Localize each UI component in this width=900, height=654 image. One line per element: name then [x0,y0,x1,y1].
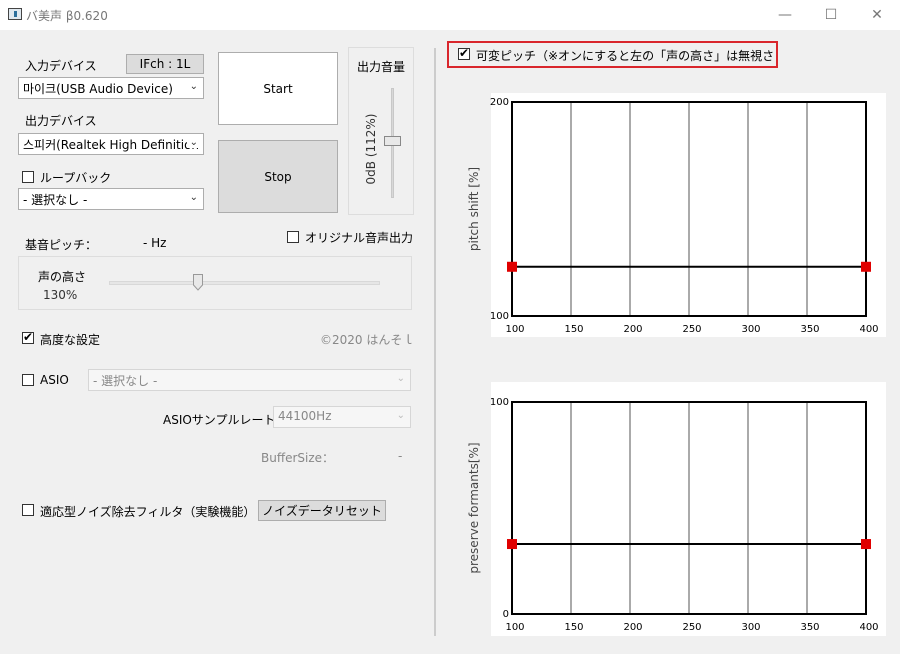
x-tick-label: 400 [859,622,878,633]
x-tick-label: 100 [505,324,524,335]
y-tick-label: 200 [490,97,509,108]
x-tick-label: 350 [800,622,819,633]
control-point[interactable] [861,539,871,550]
x-tick-label: 250 [682,622,701,633]
x-tick-label: 250 [682,324,701,335]
y-tick-label: 100 [490,397,509,408]
control-point[interactable] [861,261,871,272]
y-tick-label: 0 [503,609,509,620]
charts-svg[interactable]: 100 150 200 250 300 350 400 100 200 pitch shift [… [0,0,900,654]
y-axis-label: pitch shift [%] [467,167,481,251]
y-tick-label: 100 [490,311,509,322]
x-tick-label: 200 [623,622,642,633]
x-tick-label: 400 [859,324,878,335]
x-tick-label: 150 [564,324,583,335]
x-tick-label: 100 [505,622,524,633]
x-tick-label: 300 [741,622,760,633]
x-tick-label: 350 [800,324,819,335]
x-tick-label: 300 [741,324,760,335]
control-point[interactable] [507,539,517,550]
x-tick-label: 150 [564,622,583,633]
control-point[interactable] [507,261,517,272]
x-tick-label: 200 [623,324,642,335]
y-axis-label: preserve formants[%] [467,442,481,573]
